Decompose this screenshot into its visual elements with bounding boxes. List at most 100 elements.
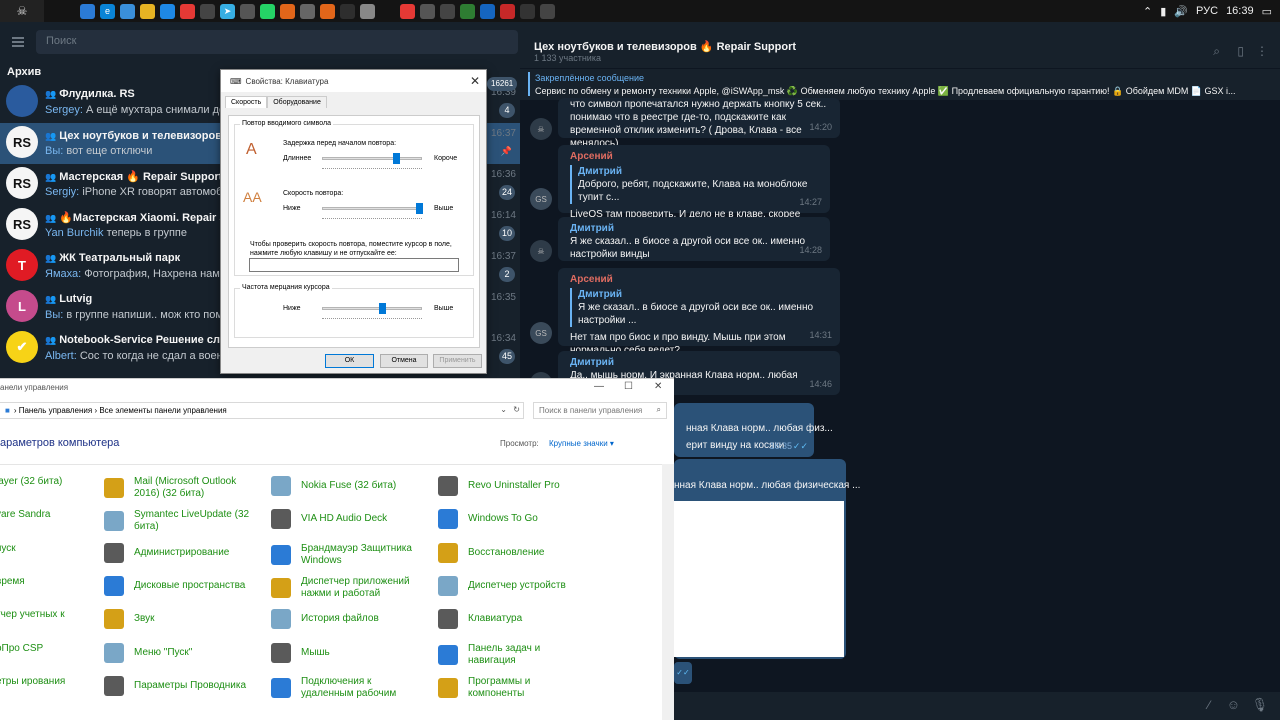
control-panel-item[interactable]: Администрирование <box>104 543 254 563</box>
tray-app-icon[interactable] <box>440 3 455 19</box>
control-panel-item[interactable]: Mail (Microsoft Outlook 2016) (32 бита) <box>104 476 254 500</box>
chat-header[interactable]: Цех ноутбуков и телевизоров 🔥 Repair Sup… <box>520 22 1280 68</box>
repeat-test-field[interactable] <box>249 258 459 272</box>
control-panel-item[interactable]: Панель задач и навигация <box>438 643 588 667</box>
outgoing-message[interactable]: нная Клава норм.. любая физ... ерит винд… <box>674 403 833 457</box>
app-icon[interactable] <box>320 3 335 19</box>
chevron-up-icon[interactable]: ⌃ <box>1143 5 1152 18</box>
avatar[interactable]: GS <box>530 188 552 210</box>
message-bubble[interactable]: что символ пропечатался нужно держать кн… <box>558 98 840 149</box>
control-panel-item[interactable]: Nokia Fuse (32 бита) <box>271 476 421 496</box>
tray-app-icon[interactable] <box>480 3 495 19</box>
maximize-icon[interactable]: ☐ <box>624 381 633 392</box>
emoji-icon[interactable]: ☺ <box>1227 697 1240 712</box>
edge-icon[interactable]: e <box>100 3 115 19</box>
control-panel-item[interactable]: История файлов <box>271 609 421 629</box>
dialog-titlebar: ⌨ Свойства: Клавиатура <box>221 70 486 92</box>
sidebar-toggle-icon[interactable]: ▯ <box>1237 44 1244 58</box>
search-input[interactable]: Поиск в панели управления ⌕ <box>533 402 667 419</box>
cancel-button[interactable]: Отмена <box>380 354 428 368</box>
start-logo-icon[interactable]: ☠ <box>0 0 44 22</box>
app-icon[interactable] <box>200 3 215 19</box>
mail-icon[interactable] <box>120 3 135 19</box>
microphone-icon[interactable]: 🎙 <box>1251 697 1268 713</box>
message-input-bar[interactable]: ⁄ ☺ 🎙 <box>674 692 1280 720</box>
app-icon[interactable] <box>160 3 175 19</box>
control-panel-item[interactable]: Подключения к удаленным рабочим <box>271 676 421 700</box>
control-panel-item[interactable]: Клавиатура <box>438 609 588 629</box>
outgoing-message[interactable]: нная Клава норм.. любая физическая ... <box>674 459 860 659</box>
language-indicator[interactable]: РУС <box>1196 5 1218 17</box>
search-icon[interactable]: ⌕ <box>1213 44 1220 59</box>
control-panel-item[interactable]: Symantec LiveUpdate (32 бита) <box>104 509 254 533</box>
tray-app-icon[interactable] <box>420 3 435 19</box>
breadcrumb-control-panel[interactable]: Панель управления <box>19 406 93 415</box>
ok-button[interactable]: ОК <box>325 354 374 368</box>
avatar[interactable]: ☠ <box>530 240 552 262</box>
close-icon[interactable]: ✕ <box>470 74 480 88</box>
tray-app-icon[interactable] <box>500 3 515 19</box>
telegram-icon[interactable]: ➤ <box>220 3 235 19</box>
refresh-icon[interactable]: ↻ <box>513 405 520 414</box>
app-icon[interactable] <box>300 3 315 19</box>
control-panel-item[interactable]: Программы и компоненты <box>438 676 588 700</box>
control-panel-item[interactable]: Меню "Пуск" <box>104 643 254 663</box>
control-panel-item[interactable]: Звук <box>104 609 254 629</box>
tab-hardware[interactable]: Оборудование <box>267 96 327 108</box>
delay-slider[interactable] <box>322 153 422 164</box>
view-by-select[interactable]: Крупные значки ▾ <box>549 439 614 448</box>
app-icon[interactable] <box>340 3 355 19</box>
blink-slider[interactable] <box>322 303 422 314</box>
control-panel-item[interactable]: Брандмауэр Защитника Windows <box>271 543 421 567</box>
screenshot-image[interactable] <box>674 501 844 657</box>
app-icon[interactable] <box>280 3 295 19</box>
notifications-icon[interactable]: ▭ <box>1262 5 1272 18</box>
message-bubble[interactable]: Арсений Дмитрий Я же сказал.. в биосе а … <box>558 268 840 356</box>
control-panel-item[interactable]: Дисковые пространства <box>104 576 254 596</box>
volume-icon[interactable]: 🔊 <box>1174 5 1188 18</box>
menu-icon[interactable] <box>12 37 24 47</box>
commands-icon[interactable]: ⁄ <box>1208 698 1210 712</box>
scrollbar[interactable] <box>662 464 674 720</box>
slider-thumb[interactable] <box>416 203 423 214</box>
explorer-icon[interactable] <box>80 3 95 19</box>
yandex-icon[interactable] <box>180 3 195 19</box>
close-icon[interactable]: ✕ <box>654 381 662 392</box>
avatar[interactable]: GS <box>530 322 552 344</box>
network-icon[interactable]: ▮ <box>1160 5 1166 18</box>
address-bar[interactable]: ■ › Панель управления › Все элементы пане… <box>0 402 524 419</box>
search-input[interactable]: Поиск <box>36 30 518 54</box>
chevron-down-icon[interactable]: ⌄ <box>500 405 507 414</box>
tray-app-icon[interactable] <box>400 3 415 19</box>
control-panel-item[interactable]: VIA HD Audio Deck <box>271 509 421 529</box>
slider-thumb[interactable] <box>378 303 386 314</box>
reply-quote[interactable]: Дмитрий Доброго, ребят, подскажите, Клав… <box>570 165 818 204</box>
apply-button[interactable]: Применить <box>433 354 482 368</box>
control-panel-item[interactable]: Revo Uninstaller Pro <box>438 476 588 496</box>
reply-quote[interactable]: Дмитрий Я же сказал.. в биосе а другой о… <box>570 288 828 327</box>
tab-speed[interactable]: Скорость <box>225 96 268 108</box>
slider-thumb[interactable] <box>392 153 400 164</box>
rate-slider[interactable] <box>322 203 423 214</box>
minimize-icon[interactable]: — <box>594 381 604 392</box>
control-panel-item[interactable]: Параметры Проводника <box>104 676 254 696</box>
control-panel-item[interactable]: Windows To Go <box>438 509 588 529</box>
keyboard-app-icon[interactable] <box>360 3 375 19</box>
tray-app-icon[interactable] <box>540 3 555 19</box>
more-icon[interactable]: ⋮ <box>1256 44 1268 58</box>
clock[interactable]: 16:39 <box>1226 5 1254 17</box>
control-panel-item[interactable]: Мышь <box>271 643 421 663</box>
whatsapp-icon[interactable] <box>260 3 275 19</box>
control-panel-item[interactable]: Диспетчер устройств <box>438 576 588 596</box>
breadcrumb-all-items[interactable]: Все элементы панели управления <box>99 406 226 415</box>
folder-icon[interactable] <box>140 3 155 19</box>
message-bubble[interactable]: Дмитрий Я же сказал.. в биосе а другой о… <box>558 217 830 261</box>
control-panel-item[interactable]: Диспетчер приложений нажми и работай <box>271 576 421 600</box>
avatar[interactable]: ☠ <box>530 118 552 140</box>
control-panel-item[interactable]: Восстановление <box>438 543 588 563</box>
app-icon[interactable] <box>240 3 255 19</box>
tray-app-icon[interactable] <box>460 3 475 19</box>
message-bubble[interactable]: Арсений Дмитрий Доброго, ребят, подскажи… <box>558 145 830 233</box>
tray-app-icon[interactable] <box>520 3 535 19</box>
pinned-message[interactable]: Закреплённое сообщение Сервис по обмену … <box>520 68 1280 100</box>
